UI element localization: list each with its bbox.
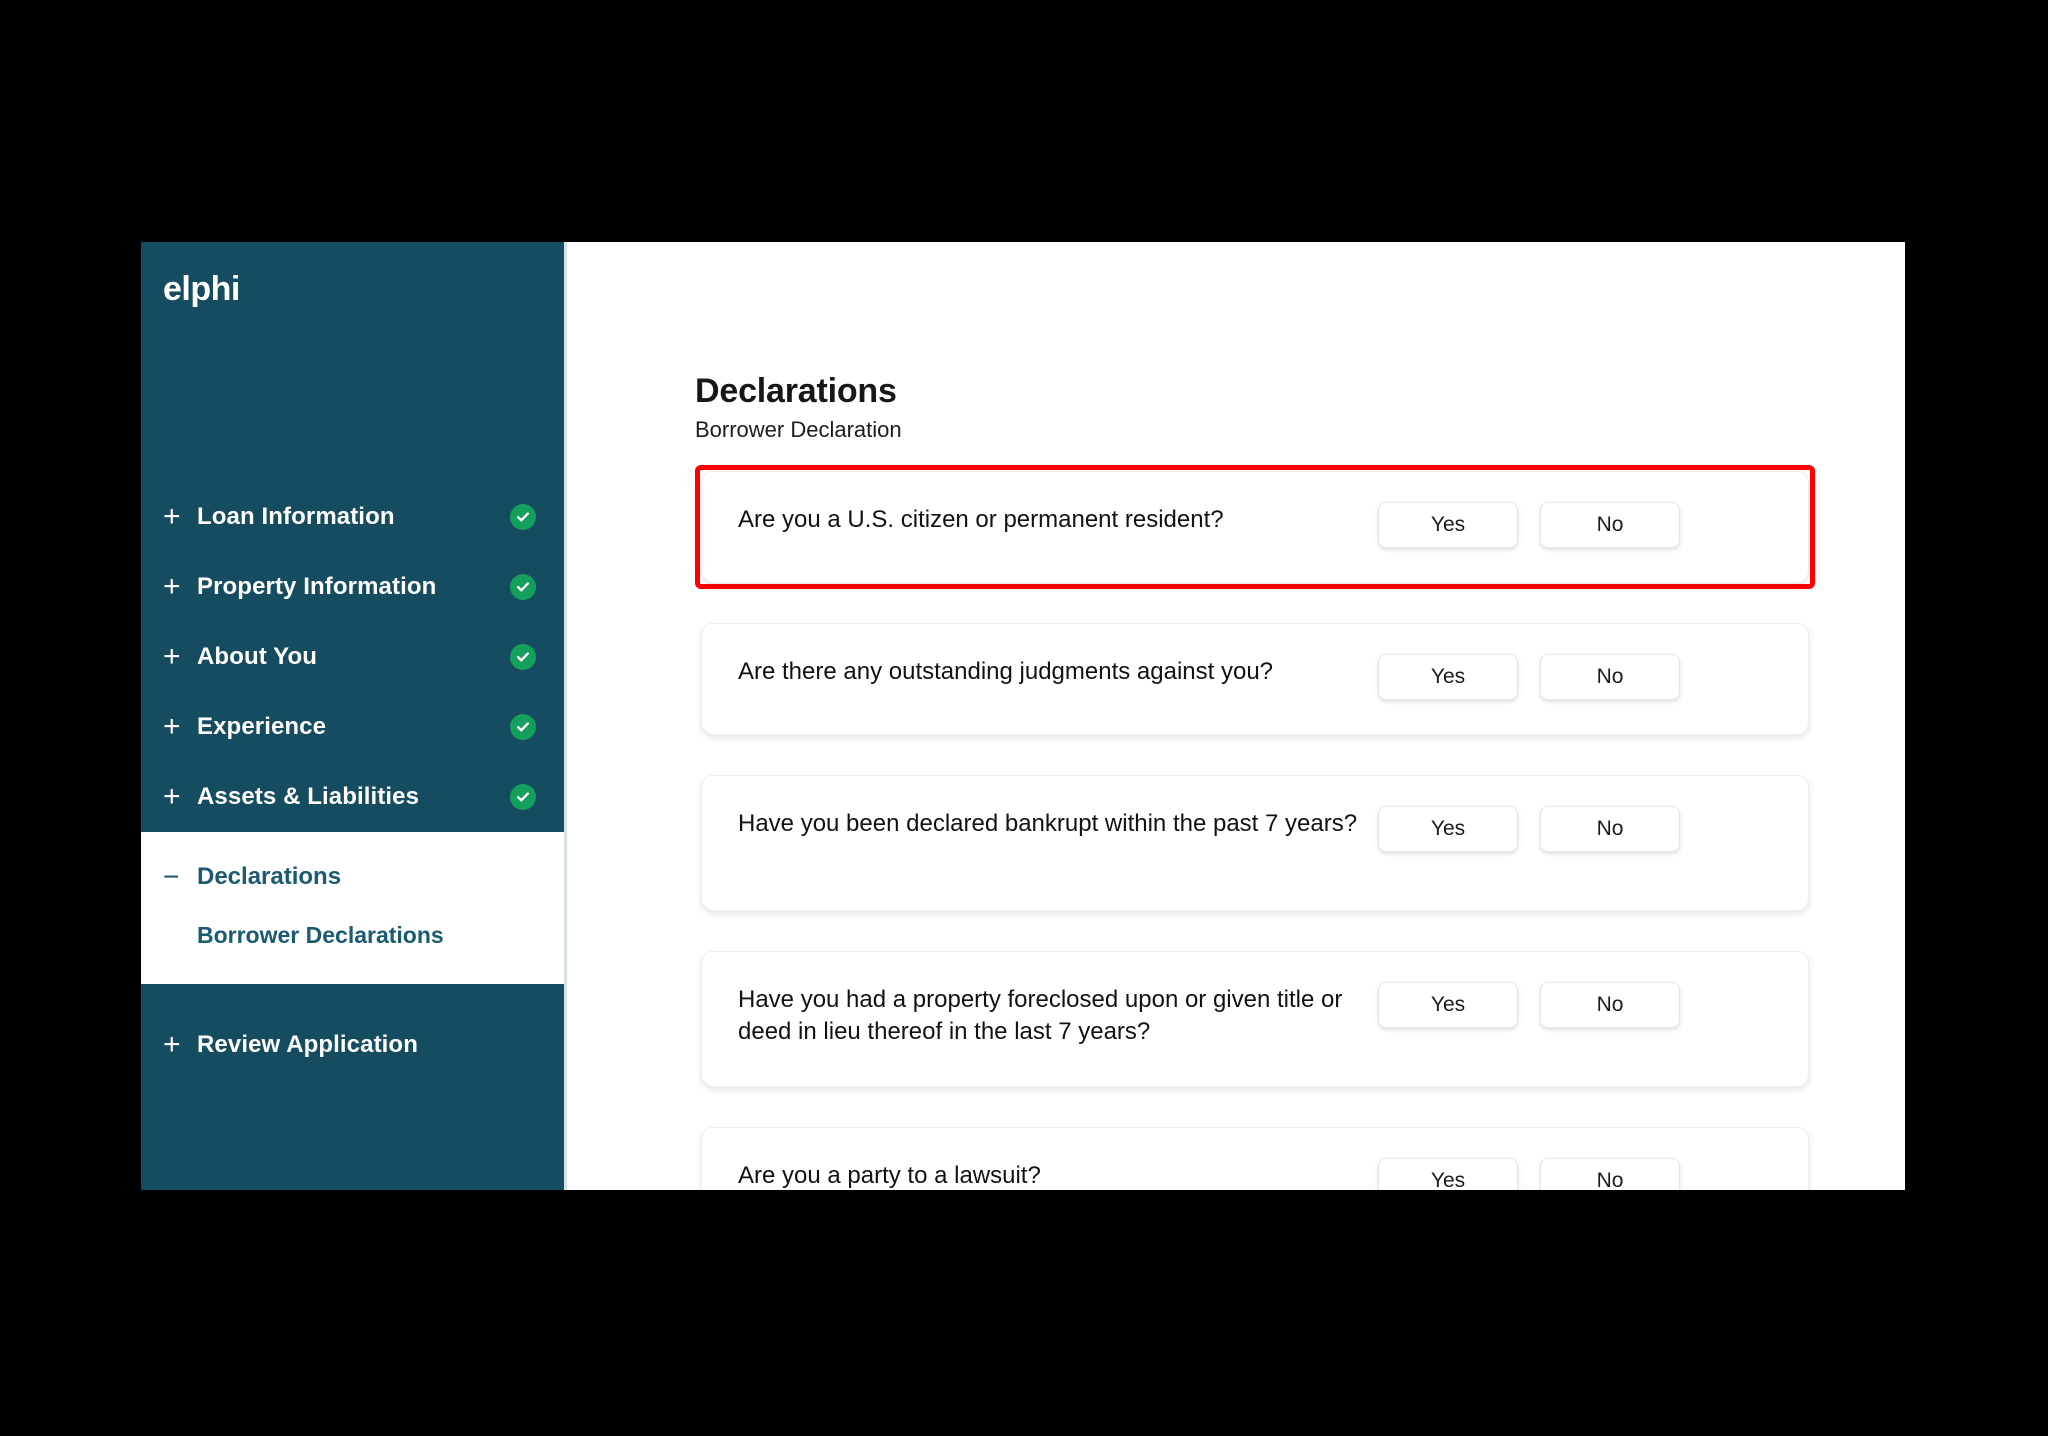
minus-icon: − [163, 861, 180, 892]
check-circle-icon [510, 714, 536, 740]
sidebar-item-borrower-declarations[interactable]: Borrower Declarations [141, 908, 564, 962]
question-text: Have you been declared bankrupt within t… [738, 810, 1358, 837]
sidebar-item-label-review-application: Review Application [197, 1031, 418, 1058]
plus-icon: + [163, 1028, 181, 1061]
sidebar-subitem-label: Borrower Declarations [197, 921, 444, 948]
plus-icon: + [163, 710, 181, 743]
main-content: Declarations Borrower Declaration Are yo… [567, 242, 1905, 1190]
question-text: Have you had a property foreclosed upon … [738, 986, 1343, 1045]
sidebar-item-review-application[interactable]: + Review Application [141, 1010, 564, 1080]
question-text: Are there any outstanding judgments agai… [738, 658, 1274, 685]
declaration-question-card: Have you had a property foreclosed upon … [701, 951, 1809, 1087]
question-card-wrapper: Are there any outstanding judgments agai… [695, 617, 1815, 741]
question-card-highlighted: Are you a U.S. citizen or permanent resi… [695, 465, 1815, 589]
declaration-question-card: Are there any outstanding judgments agai… [701, 623, 1809, 735]
sidebar-declarations-group: − Declarations Borrower Declarations [141, 832, 564, 984]
sidebar-item-about-you[interactable]: + About You [141, 622, 564, 692]
page-subtitle: Borrower Declaration [695, 417, 902, 442]
declaration-question-card: Have you been declared bankrupt within t… [701, 775, 1809, 911]
sidebar-item-declarations[interactable]: − Declarations [141, 846, 564, 908]
check-circle-icon [510, 574, 536, 600]
answer-button-group: Yes No [1378, 806, 1680, 852]
sidebar-item-assets-liabilities[interactable]: + Assets & Liabilities [141, 762, 564, 832]
answer-yes-button[interactable]: Yes [1378, 982, 1518, 1028]
answer-button-group: Yes No [1378, 982, 1680, 1028]
check-circle-icon [510, 644, 536, 670]
question-text: Are you a U.S. citizen or permanent resi… [738, 506, 1224, 533]
plus-icon: + [163, 570, 181, 603]
check-circle-icon [510, 504, 536, 530]
sidebar-item-label: Experience [197, 713, 327, 740]
sidebar-item-label: About You [197, 643, 317, 670]
declaration-question-card: Are you a party to a lawsuit? Yes No [701, 1127, 1809, 1190]
sidebar-item-label: Property Information [197, 573, 437, 600]
brand-name: elphi [163, 270, 240, 308]
sidebar-item-property-information[interactable]: + Property Information [141, 552, 564, 622]
sidebar-item-experience[interactable]: + Experience [141, 692, 564, 762]
answer-yes-button[interactable]: Yes [1378, 1158, 1518, 1190]
sidebar-item-label: Loan Information [197, 503, 395, 530]
page-title: Declarations [695, 372, 897, 410]
plus-icon: + [163, 780, 181, 813]
question-text: Are you a party to a lawsuit? [738, 1162, 1041, 1189]
answer-no-button[interactable]: No [1540, 806, 1680, 852]
answer-no-button[interactable]: No [1540, 1158, 1680, 1190]
answer-no-button[interactable]: No [1540, 654, 1680, 700]
answer-yes-button[interactable]: Yes [1378, 654, 1518, 700]
declaration-questions-list: Are you a U.S. citizen or permanent resi… [695, 465, 1815, 1190]
answer-button-group: Yes No [1378, 654, 1680, 700]
answer-yes-button[interactable]: Yes [1378, 806, 1518, 852]
sidebar-item-label-declarations: Declarations [197, 863, 342, 890]
sidebar-review-section: + Review Application [141, 984, 564, 1190]
question-card-wrapper: Are you a party to a lawsuit? Yes No [695, 1121, 1815, 1190]
sidebar-item-loan-information[interactable]: + Loan Information [141, 482, 564, 552]
answer-no-button[interactable]: No [1540, 502, 1680, 548]
brand-logo[interactable]: elphi [141, 242, 564, 482]
sidebar-item-label: Assets & Liabilities [197, 783, 420, 810]
check-circle-icon [510, 784, 536, 810]
question-card-wrapper: Have you had a property foreclosed upon … [695, 945, 1815, 1093]
sidebar: elphi + Loan Information + Property Informa… [141, 242, 567, 1190]
answer-no-button[interactable]: No [1540, 982, 1680, 1028]
declaration-question-card: Are you a U.S. citizen or permanent resi… [701, 471, 1809, 583]
sidebar-primary-nav: + Loan Information + Property Information + A… [141, 482, 564, 832]
answer-button-group: Yes No [1378, 1158, 1680, 1190]
plus-icon: + [163, 500, 181, 533]
answer-yes-button[interactable]: Yes [1378, 502, 1518, 548]
question-card-wrapper: Have you been declared bankrupt within t… [695, 769, 1815, 917]
answer-button-group: Yes No [1378, 502, 1680, 548]
plus-icon: + [163, 640, 181, 673]
application-window: elphi + Loan Information + Property Informa… [141, 242, 1905, 1190]
